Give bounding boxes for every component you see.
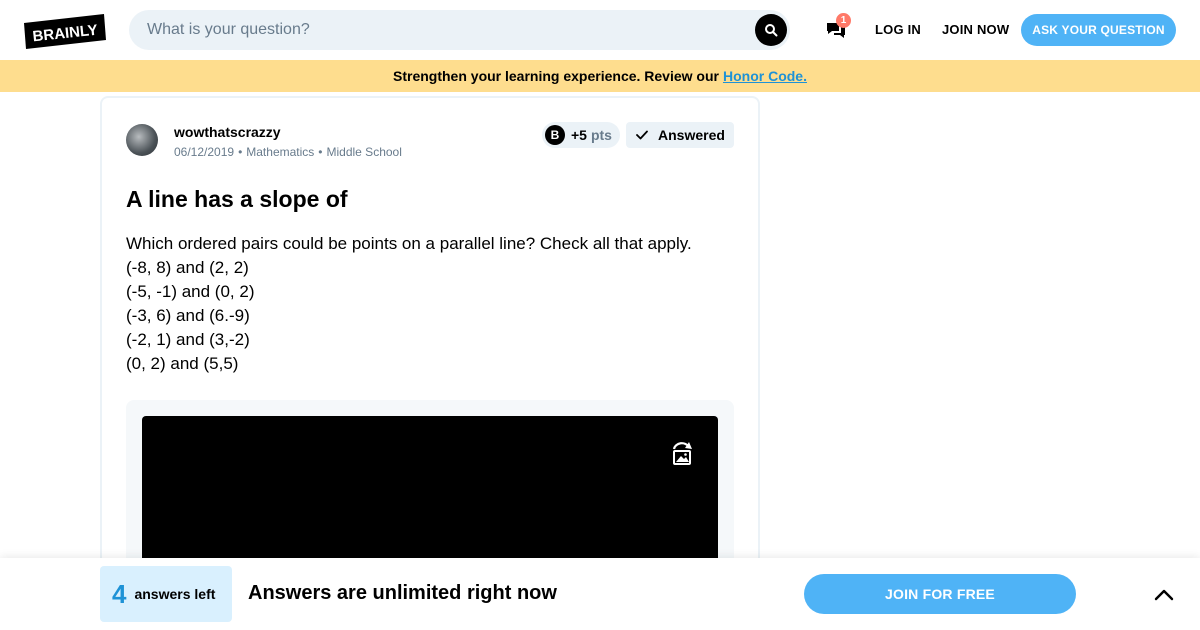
author-avatar[interactable] (126, 124, 158, 156)
answers-left-counter: 4 answers left (100, 566, 232, 622)
answer-option: (-2, 1) and (3,-2) (126, 330, 250, 349)
question-body: Which ordered pairs could be points on a… (126, 232, 692, 376)
meta-separator: • (318, 145, 323, 159)
honor-code-banner: Strengthen your learning experience. Rev… (0, 60, 1200, 92)
check-icon (636, 130, 648, 140)
question-card: wowthatscrazzy 06/12/2019 • Mathematics • Mi… (100, 96, 760, 626)
points-unit: pts (590, 127, 612, 143)
messages-badge: 1 (836, 13, 851, 28)
search-button[interactable] (755, 14, 787, 46)
top-header: BRAINLY 1 LOG IN JOIN NOW ASK YOUR QUEST… (0, 0, 1200, 60)
question-meta: 06/12/2019 • Mathematics • Middle School (174, 145, 402, 159)
join-for-free-button[interactable]: JOIN FOR FREE (804, 574, 1076, 614)
question-date: 06/12/2019 (174, 145, 235, 159)
answer-option: (0, 2) and (5,5) (126, 354, 239, 373)
chevron-up-icon[interactable] (1152, 584, 1176, 604)
points-value: +5 (571, 127, 587, 143)
honor-code-link[interactable]: Honor Code. (723, 68, 807, 84)
answers-left-count: 4 (112, 578, 127, 609)
answer-option: (-3, 6) and (6.-9) (126, 306, 250, 325)
question-level: Middle School (326, 145, 402, 159)
banner-text: Strengthen your learning experience. Rev… (393, 68, 719, 84)
answer-option: (-5, -1) and (0, 2) (126, 282, 255, 301)
search-input[interactable] (147, 10, 747, 50)
question-title: A line has a slope of (126, 186, 348, 212)
brainly-logo[interactable]: BRAINLY (24, 14, 106, 49)
bottom-sticky-bar: 4 answers left Answers are unlimited rig… (0, 558, 1200, 630)
meta-separator: • (238, 145, 243, 159)
question-prompt: Which ordered pairs could be points on a… (126, 234, 692, 253)
answers-left-label: answers left (134, 586, 216, 602)
points-badge: B +5 pts (542, 122, 620, 148)
login-link[interactable]: LOG IN (875, 22, 921, 37)
rotate-image-icon[interactable] (670, 440, 694, 466)
ask-question-button[interactable]: ASK YOUR QUESTION (1021, 14, 1176, 46)
answered-badge: Answered (626, 122, 734, 148)
join-now-link[interactable]: JOIN NOW (942, 22, 1009, 37)
brainly-points-icon: B (545, 125, 565, 145)
unlimited-message: Answers are unlimited right now (248, 582, 557, 604)
answered-label: Answered (658, 127, 725, 143)
author-username[interactable]: wowthatscrazzy (174, 124, 281, 140)
search-icon (765, 24, 778, 37)
question-subject[interactable]: Mathematics (246, 145, 314, 159)
search-bar (129, 10, 790, 50)
answer-option: (-8, 8) and (2, 2) (126, 258, 249, 277)
